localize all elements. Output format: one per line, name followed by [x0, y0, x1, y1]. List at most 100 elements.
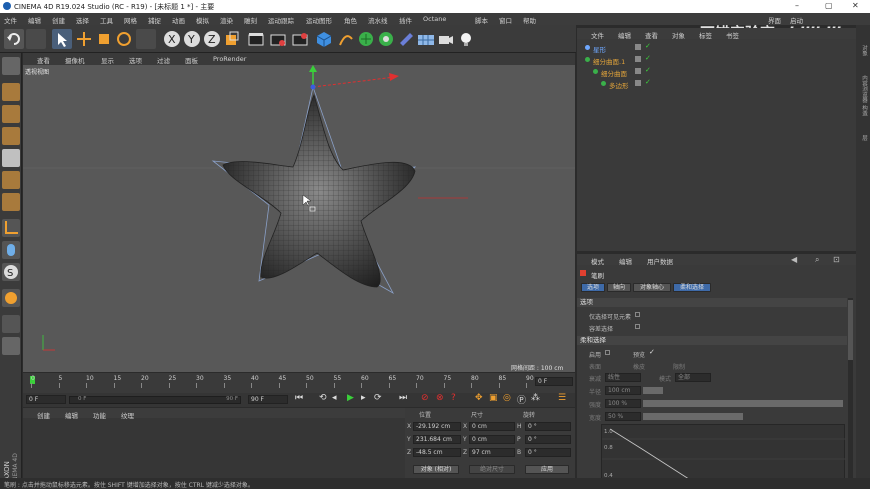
object-name[interactable]: 多边形 — [609, 80, 629, 90]
tolerance-checkbox[interactable] — [635, 324, 640, 329]
viewport-menu-item-4[interactable]: 过滤 — [157, 55, 170, 65]
rotation-b-field[interactable]: 0 ° — [525, 448, 571, 457]
object-name[interactable]: 细分曲面 — [601, 68, 627, 78]
menu-item-7[interactable]: 动画 — [172, 15, 185, 25]
attr-menu-item-0[interactable]: 模式 — [591, 256, 604, 266]
object-name[interactable]: 细分曲面.1 — [593, 56, 625, 66]
position-x-field[interactable]: -29.192 cm — [413, 422, 461, 431]
lock-icon[interactable]: ⊡ — [833, 255, 840, 264]
object-name[interactable]: 星形 — [593, 44, 606, 54]
right-tab-2[interactable]: 构造 — [858, 105, 868, 116]
go-to-start-icon[interactable]: ⏮ — [295, 393, 303, 403]
recent-tool-icon[interactable] — [136, 29, 156, 49]
menu-item-8[interactable]: 模拟 — [196, 15, 209, 25]
loop-icon[interactable]: ⟲ — [319, 393, 327, 403]
position-key-icon[interactable]: ✥ — [475, 393, 483, 403]
attr-tab-2[interactable]: 对象轴心 — [633, 283, 671, 292]
right-tab-1[interactable]: 内容浏览器 — [858, 75, 868, 103]
deformer-icon[interactable] — [396, 29, 416, 49]
menu-item-6[interactable]: 捕捉 — [148, 15, 161, 25]
perspective-viewport[interactable]: 透视视图 网格间距 : 100 cm — [23, 65, 575, 372]
viewport-menu-item-2[interactable]: 显示 — [101, 55, 114, 65]
menu-item-9[interactable]: 渲染 — [220, 15, 233, 25]
menu-item-3[interactable]: 选择 — [76, 15, 89, 25]
enabled-check-icon[interactable]: ✓ — [645, 78, 651, 86]
pen-spline-icon[interactable] — [336, 29, 356, 49]
record-icon[interactable]: ⊘ — [421, 393, 429, 403]
workplane-mode-icon[interactable] — [2, 127, 20, 145]
go-to-end-icon[interactable]: ⏭ — [399, 393, 407, 403]
object-menu-item-1[interactable]: 编辑 — [618, 30, 631, 40]
object-menu-item-2[interactable]: 查看 — [645, 30, 658, 40]
solo-mode-icon[interactable] — [2, 337, 20, 355]
timeline-window-icon[interactable]: ☰ — [558, 393, 566, 403]
x-axis-handle[interactable] — [312, 76, 396, 88]
light-icon[interactable] — [456, 29, 476, 49]
start-frame-field[interactable]: 0 F — [26, 395, 66, 404]
menu-item-5[interactable]: 网格 — [124, 15, 137, 25]
radius-field[interactable]: 100 cm — [605, 386, 641, 395]
scale-icon[interactable] — [94, 29, 114, 49]
search-icon[interactable]: ⌕ — [815, 255, 819, 265]
attr-menu-item-1[interactable]: 编辑 — [619, 256, 632, 266]
size-y-field[interactable]: 0 cm — [469, 435, 515, 444]
material-menu-item-0[interactable]: 创建 — [37, 410, 50, 420]
make-editable-icon[interactable] — [2, 57, 20, 75]
enabled-check-icon[interactable]: ✓ — [645, 54, 651, 62]
coordinate-system-icon[interactable] — [222, 29, 242, 49]
strength-field[interactable]: 100 % — [605, 399, 641, 408]
move-icon[interactable] — [74, 29, 94, 49]
viewport-menu-item-0[interactable]: 查看 — [37, 55, 50, 65]
z-axis-lock-icon[interactable]: Z — [202, 29, 222, 49]
tweak-mode-icon[interactable] — [2, 241, 20, 259]
camera-icon[interactable] — [436, 29, 456, 49]
falloff-curve-graph[interactable]: 1.0 0.8 0.4 — [601, 424, 846, 484]
undo-icon[interactable] — [4, 29, 24, 49]
rotation-p-field[interactable]: 0 ° — [525, 435, 571, 444]
right-tab-0[interactable]: 对象 — [858, 45, 868, 56]
axis-mode-icon[interactable] — [2, 219, 20, 237]
play-icon[interactable]: ▶ — [347, 393, 354, 403]
menu-item-11[interactable]: 运动跟踪 — [268, 15, 294, 25]
polygons-mode-icon[interactable] — [2, 193, 20, 211]
width-field[interactable]: 50 % — [605, 412, 641, 421]
y-axis-lock-icon[interactable]: Y — [182, 29, 202, 49]
render-picture-viewer-icon[interactable] — [268, 29, 288, 49]
object-row[interactable]: 细分曲面 ✓ — [577, 66, 856, 78]
model-mode-icon[interactable] — [2, 83, 20, 101]
object-menu-item-0[interactable]: 文件 — [591, 30, 604, 40]
radius-slider[interactable] — [643, 387, 663, 394]
material-menu-item-1[interactable]: 编辑 — [65, 410, 78, 420]
render-settings-icon[interactable] — [290, 29, 310, 49]
menu-item-15[interactable]: 插件 — [399, 15, 412, 25]
parameter-key-icon[interactable]: Ⓟ — [517, 393, 526, 406]
menu-item-14[interactable]: 流水线 — [368, 15, 388, 25]
menu-item-19[interactable]: 帮助 — [523, 15, 536, 25]
enable-checkbox[interactable] — [605, 350, 610, 355]
attr-tab-3[interactable]: 柔和选择 — [673, 283, 711, 292]
mode-select[interactable]: 全部 — [675, 373, 711, 382]
autokey-icon[interactable]: ⊗ — [436, 393, 444, 403]
attr-tab-1[interactable]: 轴向 — [607, 283, 631, 292]
close-button[interactable]: ✕ — [852, 1, 859, 10]
timeline-ruler[interactable]: 0 5 10 15 20 25 30 35 40 45 50 55 60 65 70 75 80 85 90 0 F — [23, 373, 575, 393]
material-menu-item-2[interactable]: 功能 — [93, 410, 106, 420]
menu-item-0[interactable]: 文件 — [4, 15, 17, 25]
redo-icon[interactable] — [26, 29, 46, 49]
lock-workplane-icon[interactable] — [2, 315, 20, 333]
menu-item-18[interactable]: 窗口 — [499, 15, 512, 25]
floor-grid-icon[interactable] — [416, 29, 436, 49]
viewport-menu-item-6[interactable]: ProRender — [213, 55, 246, 63]
menu-item-13[interactable]: 角色 — [344, 15, 357, 25]
snap-icon[interactable]: S — [2, 263, 20, 281]
object-row[interactable]: 多边形 ✓ — [577, 78, 856, 90]
current-frame-field[interactable]: 0 F — [535, 377, 573, 386]
minimize-button[interactable]: – — [795, 1, 799, 10]
visible-only-checkbox[interactable] — [635, 312, 640, 317]
menu-item-16[interactable]: Octane — [423, 15, 446, 23]
x-axis-lock-icon[interactable]: X — [162, 29, 182, 49]
falloff-select[interactable]: 线性 — [605, 373, 641, 382]
subdivision-surface-icon[interactable] — [356, 29, 376, 49]
menu-item-12[interactable]: 运动图形 — [306, 15, 332, 25]
visibility-toggle-icon[interactable] — [635, 56, 641, 62]
